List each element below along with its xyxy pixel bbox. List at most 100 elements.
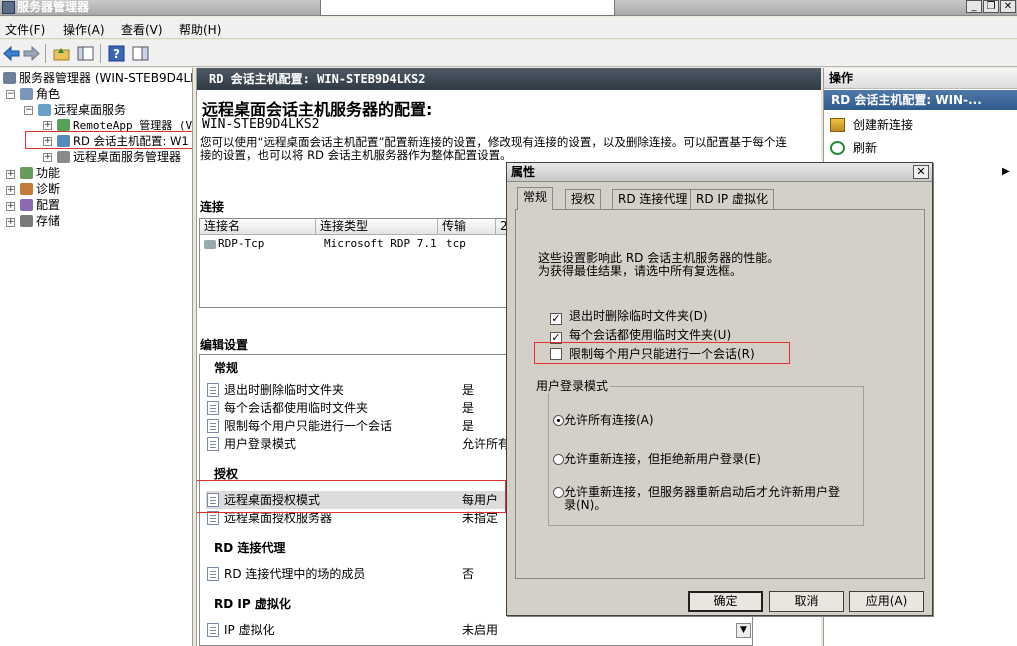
- server-manager-icon: [2, 1, 15, 14]
- expand-configuration-toggle[interactable]: +: [6, 202, 15, 211]
- connection-icon: [204, 240, 216, 249]
- tab-panel: 这些设置影响此 RD 会话主机服务器的性能。 为获得最佳结果，请选中所有复选框。…: [515, 209, 925, 579]
- action-create-connection[interactable]: 创建新连接: [830, 116, 913, 134]
- radio-deny-until-restart[interactable]: 允许重新连接，但服务器重新启动后才允许新用户登 录(N)。: [553, 486, 840, 512]
- tree-item-diagnostics[interactable]: 诊断: [20, 182, 60, 197]
- menu-view[interactable]: 查看(V): [121, 21, 163, 38]
- storage-icon: [20, 215, 33, 227]
- edit-settings-label: 编辑设置: [200, 338, 249, 352]
- refresh-icon: [830, 141, 845, 155]
- back-arrow-icon[interactable]: [2, 44, 21, 63]
- checkbox-delete-temp-folders[interactable]: ✓ 退出时删除临时文件夹(D): [550, 308, 708, 325]
- settings-doc-icon: [207, 567, 219, 581]
- checkbox-checked[interactable]: ✓: [550, 313, 562, 325]
- highlight-single-session: [534, 342, 790, 364]
- tab-rd-broker[interactable]: RD 连接代理: [612, 189, 694, 209]
- show-action-pane-icon[interactable]: [131, 44, 150, 63]
- configuration-icon: [20, 199, 33, 211]
- connections-table: 连接名 连接类型 传输 2 RDP-Tcp Microsoft RDP 7.1 …: [199, 218, 519, 308]
- forward-arrow-icon[interactable]: [22, 44, 41, 63]
- column-header-type[interactable]: 连接类型: [316, 219, 438, 235]
- up-folder-icon[interactable]: [52, 44, 71, 63]
- rds-manager-icon: [57, 151, 70, 163]
- menu-help[interactable]: 帮助(H): [179, 21, 221, 38]
- close-button[interactable]: ✕: [1000, 0, 1016, 13]
- features-icon: [20, 167, 33, 179]
- expand-features-toggle[interactable]: +: [6, 170, 15, 179]
- connection-name: RDP-Tcp: [204, 237, 264, 251]
- minimize-button[interactable]: _: [966, 0, 982, 13]
- actions-subheader[interactable]: RD 会话主机配置: WIN-...: [824, 90, 1017, 110]
- tree-item-rds-manager[interactable]: 远程桌面服务管理器: [57, 150, 181, 165]
- apply-button[interactable]: 应用(A): [849, 591, 924, 612]
- tab-general[interactable]: 常规: [517, 187, 554, 210]
- radio-unselected[interactable]: [553, 454, 564, 465]
- tree-item-configuration[interactable]: 配置: [20, 198, 60, 213]
- tab-ip-virtualization[interactable]: RD IP 虚拟化: [690, 189, 774, 209]
- tab-licensing[interactable]: 授权: [565, 189, 602, 209]
- collapse-roles-toggle[interactable]: −: [6, 90, 15, 99]
- title-blank-field: [320, 0, 615, 16]
- action-refresh[interactable]: 刷新: [830, 139, 877, 157]
- settings-doc-icon: [207, 511, 219, 525]
- expand-remoteapp-toggle[interactable]: +: [43, 121, 52, 130]
- remoteapp-icon: [57, 119, 70, 131]
- settings-doc-icon: [207, 383, 219, 397]
- dialog-description: 这些设置影响此 RD 会话主机服务器的性能。 为获得最佳结果，请选中所有复选框。: [538, 251, 780, 278]
- submenu-arrow-icon[interactable]: ▶: [1002, 166, 1010, 177]
- connection-type: Microsoft RDP 7.1: [324, 237, 437, 250]
- window-title: 服务器管理器: [17, 0, 90, 14]
- settings-doc-icon: [207, 623, 219, 637]
- remote-desktop-icon: [38, 104, 51, 116]
- help-icon[interactable]: ?: [107, 44, 126, 63]
- tree-item-remote-desktop-services[interactable]: 远程桌面服务: [38, 103, 126, 118]
- svg-text:?: ?: [113, 47, 120, 61]
- new-connection-icon: [830, 118, 845, 132]
- title-bar: 服务器管理器 _ ❐ ✕: [0, 0, 1017, 16]
- checkbox-per-session-temp-folders[interactable]: ✓ 每个会话都使用临时文件夹(U): [550, 327, 731, 344]
- tree-item-storage[interactable]: 存储: [20, 214, 60, 229]
- login-mode-legend: 用户登录模式: [534, 379, 611, 393]
- menu-action[interactable]: 操作(A): [63, 21, 105, 38]
- ok-button[interactable]: 确定: [688, 591, 763, 612]
- scroll-down-button[interactable]: ▼: [736, 623, 751, 638]
- tree-item-features[interactable]: 功能: [20, 166, 60, 181]
- collapse-rds-toggle[interactable]: −: [24, 106, 33, 115]
- radio-deny-new-logons[interactable]: 允许重新连接，但拒绝新用户登录(E): [553, 453, 761, 466]
- expand-rds-manager-toggle[interactable]: +: [43, 153, 52, 162]
- center-header: RD 会话主机配置: WIN-STEB9D4LKS2: [197, 68, 821, 90]
- tree-item-server-manager[interactable]: 服务器管理器 (WIN-STEB9D4LKS: [3, 71, 192, 86]
- settings-doc-icon: [207, 401, 219, 415]
- actions-header: 操作: [824, 68, 1017, 89]
- page-description: 您可以使用“远程桌面会话主机配置”配置新连接的设置，修改现有连接的设置，以及删除…: [200, 135, 787, 162]
- menu-bar: 文件(F) 操作(A) 查看(V) 帮助(H): [0, 17, 1017, 39]
- server-icon: [3, 72, 16, 84]
- settings-doc-icon: [207, 419, 219, 433]
- toolbar: ?: [0, 40, 1017, 67]
- connections-label: 连接: [200, 200, 225, 214]
- radio-unselected[interactable]: [553, 487, 564, 498]
- group-rd-broker: RD 连接代理: [214, 541, 286, 555]
- navigation-tree: 服务器管理器 (WIN-STEB9D4LKS − 角色 − 远程桌面服务 + R…: [0, 68, 193, 646]
- show-hide-tree-icon[interactable]: [76, 44, 95, 63]
- dialog-close-button[interactable]: ✕: [913, 165, 929, 179]
- tree-item-roles[interactable]: 角色: [20, 87, 60, 102]
- column-header-transport[interactable]: 传输: [438, 219, 496, 235]
- highlight-licensing-row: [197, 480, 506, 513]
- dialog-title: 属性: [507, 163, 932, 182]
- column-header-name[interactable]: 连接名: [200, 219, 316, 235]
- server-name: WIN-STEB9D4LKS2: [202, 117, 320, 132]
- restore-button[interactable]: ❐: [983, 0, 999, 13]
- connection-transport: tcp: [446, 237, 466, 250]
- menu-file[interactable]: 文件(F): [5, 21, 45, 38]
- cancel-button[interactable]: 取消: [769, 591, 844, 612]
- settings-doc-icon: [207, 437, 219, 451]
- group-general: 常规: [214, 361, 239, 375]
- radio-selected[interactable]: [553, 415, 564, 426]
- diagnostics-icon: [20, 183, 33, 195]
- radio-allow-all[interactable]: 允许所有连接(A): [553, 414, 654, 427]
- expand-diagnostics-toggle[interactable]: +: [6, 186, 15, 195]
- highlight-tree-item: [25, 131, 192, 149]
- setting-row[interactable]: IP 虚拟化 未启用: [206, 621, 746, 639]
- expand-storage-toggle[interactable]: +: [6, 218, 15, 227]
